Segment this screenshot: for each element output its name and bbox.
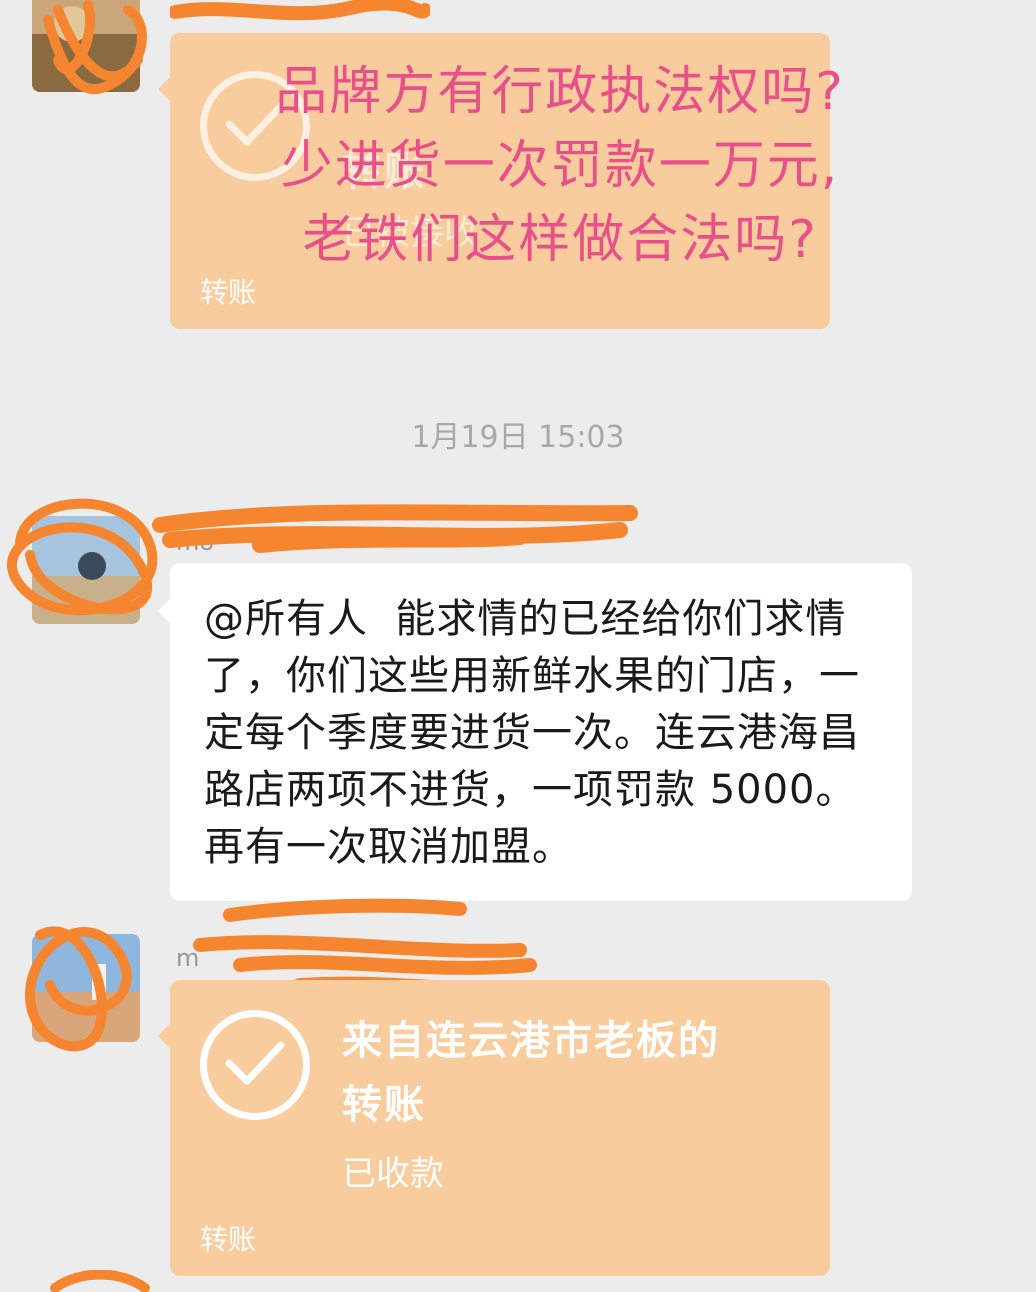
nickname: mo <box>176 528 215 556</box>
transfer-title-line2: 转账 <box>342 1082 426 1128</box>
avatar[interactable] <box>32 934 140 1042</box>
avatar[interactable] <box>32 516 140 624</box>
text-message-bubble[interactable]: @所有人 能求情的已经给你们求情了，你们这些用新鲜水果的门店，一定每个季度要进货… <box>158 563 912 901</box>
redaction-scribble <box>170 0 430 21</box>
transfer-footer: 转账 <box>200 276 257 309</box>
transfer-bubble[interactable]: 来自连云港市老板的 转账 已收款 转账 <box>158 980 830 1276</box>
nickname: m <box>176 944 200 972</box>
message-text: @所有人 能求情的已经给你们求情了，你们这些用新鲜水果的门店，一定每个季度要进货… <box>204 596 860 870</box>
transfer-title-line1: 来自连云港市老板的 <box>342 1018 720 1064</box>
overlay-caption: 品牌方有行政执法权吗? 少进货一次罚款一万元, 老铁们这样做合法吗? <box>275 62 845 270</box>
transfer-footer: 转账 <box>200 1223 257 1256</box>
redaction-scribble <box>50 1270 150 1292</box>
timestamp: 1月19日 15:03 <box>411 420 625 455</box>
transfer-status: 已收款 <box>342 1154 444 1194</box>
avatar[interactable] <box>32 0 140 92</box>
check-icon <box>200 1010 310 1120</box>
